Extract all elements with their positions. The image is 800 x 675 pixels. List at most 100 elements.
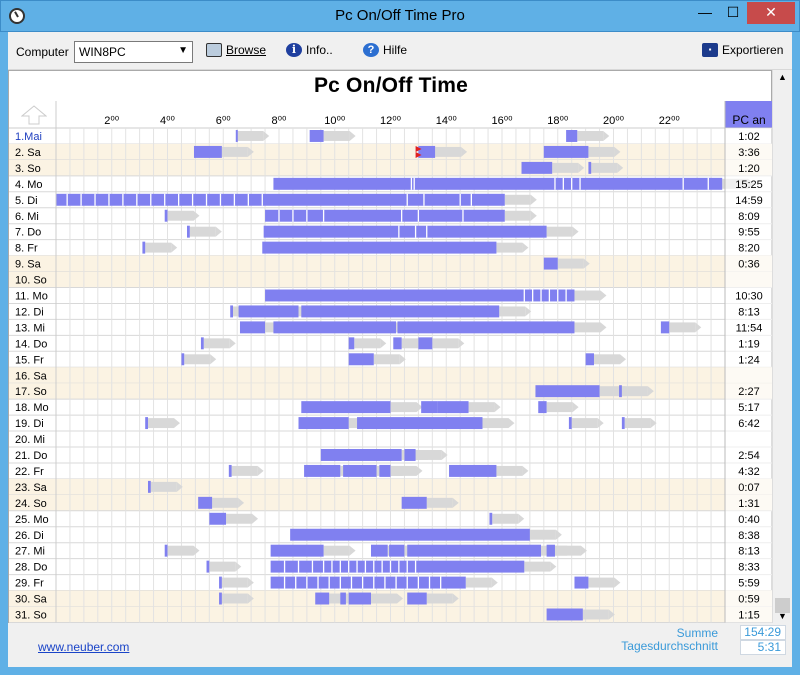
shutdown-tail <box>482 418 509 429</box>
shutdown-tail-arrow <box>416 465 423 476</box>
day-total: 8:13 <box>738 306 759 318</box>
day-total: 1:31 <box>738 498 759 510</box>
computer-select[interactable]: WIN8PC ▼ <box>74 41 193 63</box>
pc-on-segment <box>357 417 483 430</box>
pc-on-segment <box>301 305 500 318</box>
hour-label: 8⁰⁰ <box>272 115 288 127</box>
day-label: 3. So <box>15 163 41 175</box>
maximize-button[interactable]: ☐ <box>719 2 747 24</box>
shutdown-tail <box>546 226 573 237</box>
pc-on-segment <box>489 512 493 525</box>
day-label: 2. Sa <box>15 147 42 159</box>
shutdown-tail <box>621 386 648 397</box>
shutdown-tail <box>582 609 609 620</box>
shutdown-tail-arrow <box>171 242 178 253</box>
website-link[interactable]: www.neuber.com <box>38 640 129 654</box>
hour-label: 10⁰⁰ <box>324 115 346 127</box>
chevron-down-icon: ▼ <box>178 45 188 56</box>
shutdown-tail-arrow <box>508 418 515 429</box>
footer: www.neuber.com Summe 154:29 Tagesdurchsc… <box>8 623 792 667</box>
pc-on-segment <box>543 257 558 270</box>
shutdown-tail <box>415 450 442 460</box>
shutdown-tail-arrow <box>555 529 562 540</box>
pc-on-segment <box>621 417 625 430</box>
shutdown-tail <box>591 162 618 173</box>
shutdown-tail-arrow <box>619 354 626 365</box>
pc-on-segment <box>309 130 324 142</box>
shutdown-tail-arrow <box>380 338 387 349</box>
average-label: Tagesdurchschnitt <box>621 639 718 653</box>
shutdown-tail-arrow <box>597 418 604 429</box>
close-button[interactable]: ✕ <box>747 2 795 24</box>
day-total: 0:59 <box>738 594 759 606</box>
pc-on-segment <box>270 544 324 557</box>
pc-on-segment <box>418 337 433 350</box>
day-label: 16. Sa <box>15 370 48 382</box>
pc-on-segment <box>449 464 497 477</box>
pc-on-segment <box>298 417 349 430</box>
day-label: 6. Mi <box>15 211 39 223</box>
shutdown-tail <box>468 402 495 413</box>
pc-on-segment <box>348 337 355 350</box>
shutdown-tail <box>209 561 236 572</box>
day-total: 3:36 <box>738 147 759 159</box>
scroll-down-icon[interactable]: ▼ <box>778 611 787 621</box>
day-label: 22. Fr <box>15 466 44 478</box>
shutdown-tail <box>552 162 579 173</box>
pc-on-segment <box>273 177 723 190</box>
day-total: 8:09 <box>738 211 759 223</box>
pc-on-segment <box>181 353 185 366</box>
pc-on-segment <box>209 512 227 525</box>
scroll-up-icon[interactable]: ▲ <box>778 72 787 82</box>
sum-value: 154:29 <box>740 625 786 640</box>
pc-on-segment <box>219 592 222 605</box>
minimize-button[interactable]: — <box>691 2 719 24</box>
shutdown-tail <box>323 545 350 556</box>
pc-on-segment <box>418 145 436 158</box>
total-cell-bg <box>725 271 773 288</box>
day-label: 27. Mi <box>15 546 45 558</box>
browse-button[interactable]: Browse <box>206 43 266 57</box>
shutdown-tail <box>231 465 258 476</box>
pc-on-segment <box>145 417 148 430</box>
shutdown-tail-arrow <box>349 545 356 556</box>
shutdown-tail <box>496 465 523 476</box>
hour-label: 20⁰⁰ <box>603 115 625 127</box>
pc-on-segment <box>230 305 234 318</box>
shutdown-tail <box>499 306 526 317</box>
shutdown-tail <box>432 338 459 349</box>
pc-on-segment <box>263 225 547 238</box>
arrow-up-icon[interactable] <box>21 105 47 125</box>
pc-on-segment <box>404 449 416 461</box>
hour-label: 6⁰⁰ <box>216 115 232 127</box>
pc-on-segment <box>660 321 670 334</box>
shutdown-tail <box>390 402 417 413</box>
day-label: 7. Do <box>15 227 41 239</box>
shutdown-tail <box>184 354 211 365</box>
export-button[interactable]: ▪ Exportieren <box>702 43 783 57</box>
shutdown-tail <box>577 131 604 141</box>
info-button[interactable]: i Info.. <box>286 43 333 57</box>
shutdown-tail <box>496 242 523 253</box>
shutdown-tail <box>373 354 400 365</box>
shutdown-tail-arrow <box>518 513 525 524</box>
day-total: 1:19 <box>738 338 759 350</box>
help-button[interactable]: ? Hilfe <box>363 43 407 57</box>
day-total: 9:55 <box>738 227 759 239</box>
shutdown-tail <box>189 226 216 237</box>
shutdown-tail <box>370 593 397 604</box>
computer-select-value: WIN8PC <box>79 45 126 59</box>
pc-on-segment <box>219 576 222 589</box>
shutdown-tail <box>571 418 598 429</box>
hour-label: 2⁰⁰ <box>104 115 120 127</box>
hour-label: 16⁰⁰ <box>491 115 513 127</box>
day-total: 5:59 <box>738 578 759 590</box>
shutdown-tail-arrow <box>572 226 579 237</box>
pc-on-segment <box>407 544 542 557</box>
pc-on-segment <box>315 592 330 605</box>
shutdown-tail <box>150 481 177 492</box>
shutdown-tail-arrow <box>614 577 621 588</box>
pc-on-segment <box>187 225 190 238</box>
pc-on-segment <box>206 560 210 573</box>
vertical-scrollbar[interactable]: ▲ ▼ <box>772 70 792 623</box>
